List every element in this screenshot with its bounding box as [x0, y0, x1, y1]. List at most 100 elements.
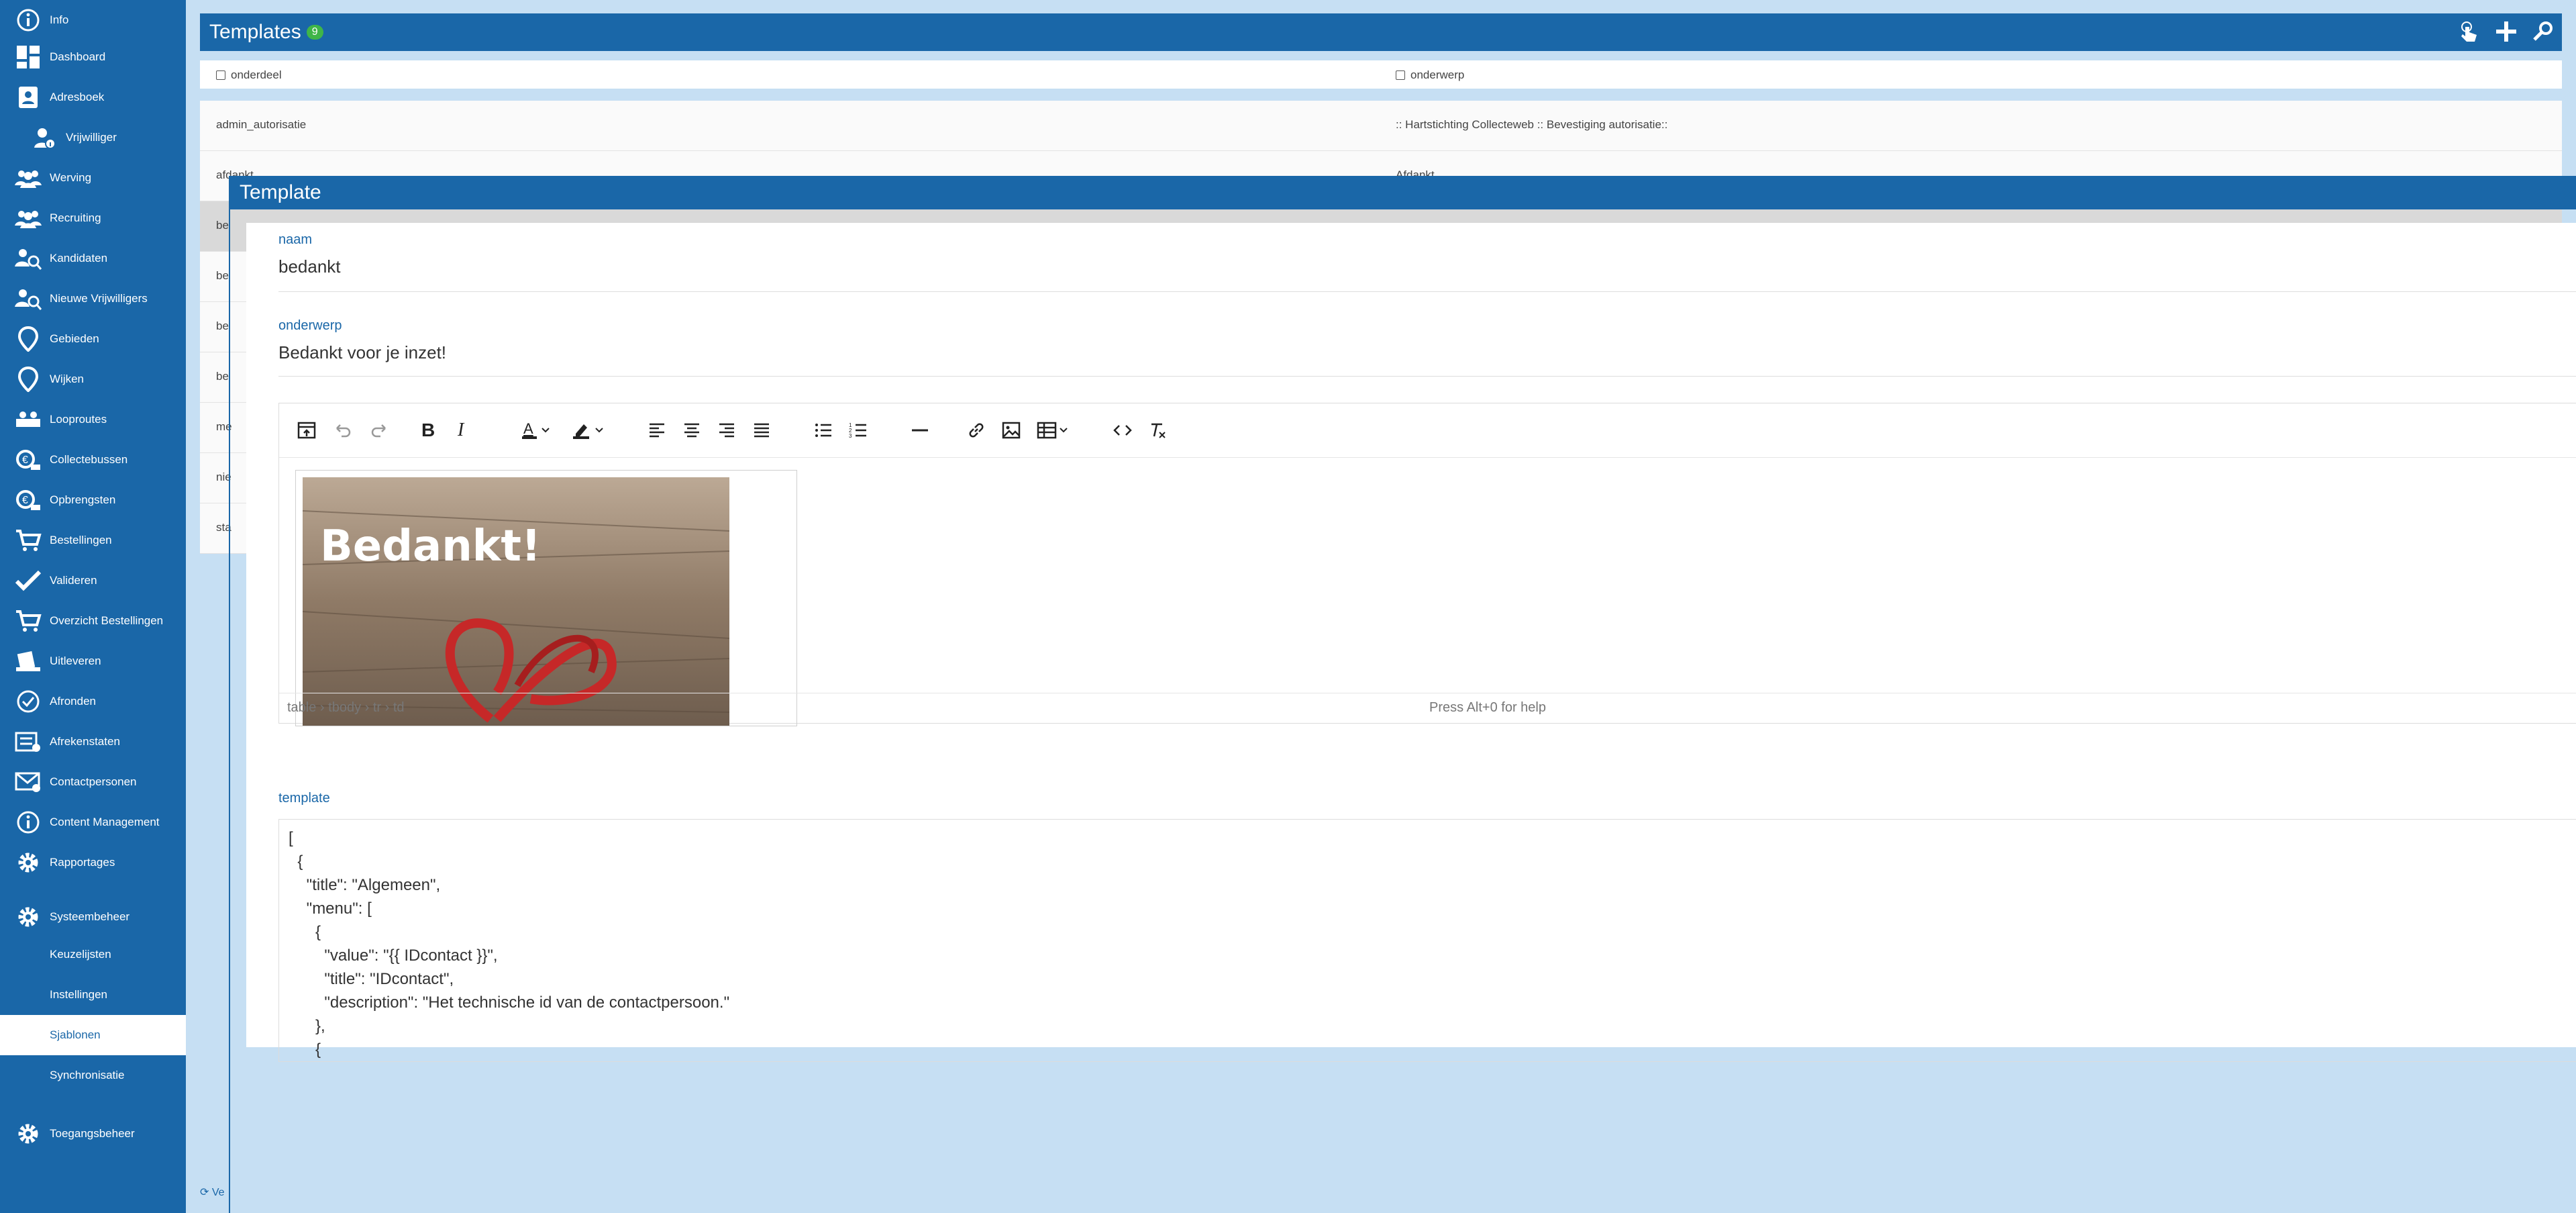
highlight-color-icon[interactable] [572, 418, 605, 442]
link-icon[interactable] [966, 418, 986, 442]
sidebar-item-info[interactable]: Info [0, 0, 186, 40]
version-link[interactable]: ⟳ Ve [200, 1185, 225, 1199]
sidebar-item-kandidaten[interactable]: Kandidaten [0, 238, 186, 279]
template-form: naam bedankt onderwerp Bedankt voor je i… [246, 223, 2576, 1062]
sidebar-item-werving[interactable]: Werving [0, 158, 186, 198]
dialog-header: Template [230, 176, 2576, 209]
undo-icon[interactable] [333, 418, 353, 442]
sidebar-item-uitleveren[interactable]: Uitleveren [0, 641, 186, 681]
sidebar-item-rapportages[interactable]: Rapportages [0, 842, 186, 883]
source-code-icon[interactable] [1113, 418, 1133, 442]
search-icon[interactable] [2532, 20, 2554, 48]
sidebar-item-vrijwilliger[interactable]: Vrijwilliger [0, 117, 186, 158]
route-icon [13, 405, 43, 434]
column-headers: onderdeel onderwerp [200, 60, 2562, 89]
sidebar-item-instellingen[interactable]: Instellingen [0, 975, 186, 1015]
sidebar-item-label: Contactpersonen [50, 775, 137, 788]
naam-field[interactable]: bedankt [278, 256, 341, 277]
sidebar-item-label: Collectebussen [50, 453, 128, 466]
sidebar-item-overzicht-bestellingen[interactable]: Overzicht Bestellingen [0, 601, 186, 641]
user-info-icon [30, 123, 59, 152]
column-header-onderdeel[interactable]: onderdeel [216, 68, 282, 82]
clear-formatting-icon[interactable] [1147, 418, 1168, 442]
thank-you-image[interactable] [296, 471, 796, 726]
sidebar-item-label: Bestellingen [50, 534, 112, 546]
group-search-icon [13, 244, 43, 273]
checkbox[interactable] [1396, 70, 1405, 80]
content-table-cell[interactable]: Bedankt! [295, 470, 797, 726]
templates-panel: Templates 9 onderdeel onderwerp [200, 13, 2562, 89]
sidebar-item-recruiting[interactable]: Recruiting [0, 198, 186, 238]
sidebar-item-label: Recruiting [50, 211, 101, 224]
table-row[interactable]: admin_autorisatie:: Hartstichting Collec… [200, 101, 2562, 151]
text-color-icon[interactable]: A [521, 418, 552, 442]
align-center-icon[interactable] [682, 418, 702, 442]
image-icon[interactable] [1001, 418, 1021, 442]
sidebar-item-systeembeheer[interactable]: Systeembeheer [0, 897, 186, 937]
sidebar-item-label: Looproutes [50, 413, 107, 426]
editor-content[interactable]: Bedankt! [279, 458, 2576, 726]
horizontal-line-icon[interactable] [910, 418, 930, 442]
svg-text:A: A [523, 420, 533, 437]
templates-header: Templates 9 [200, 13, 2562, 51]
finish-icon [13, 687, 43, 716]
sidebar-item-label: Kandidaten [50, 252, 108, 264]
align-right-icon[interactable] [717, 418, 737, 442]
checkbox[interactable] [216, 70, 225, 80]
sidebar-item-label: Valideren [50, 574, 97, 587]
sidebar-item-label: Content Management [50, 816, 160, 828]
sidebar-item-keuzelijsten[interactable]: Keuzelijsten [0, 934, 186, 975]
sidebar-item-content-management[interactable]: Content Management [0, 802, 186, 842]
sidebar-item-label: Toegangsbeheer [50, 1127, 135, 1140]
sidebar-item-adresboek[interactable]: Adresboek [0, 77, 186, 117]
divider [278, 291, 2576, 292]
sidebar-item-label: Adresboek [50, 91, 105, 103]
touch-icon[interactable] [2457, 20, 2480, 48]
redo-icon[interactable] [369, 418, 389, 442]
info-icon [13, 808, 43, 837]
add-icon[interactable] [2495, 20, 2518, 48]
svg-text:€: € [22, 495, 28, 506]
sidebar-item-toegangsbeheer[interactable]: Toegangsbeheer [0, 1114, 186, 1154]
template-dialog: Template naam bedankt onderwerp Bedankt … [229, 176, 2576, 1213]
template-code-field[interactable]: [ { "title": "Algemeen", "menu": [ { "va… [278, 819, 2576, 1062]
sidebar-item-label: Opbrengsten [50, 493, 116, 506]
sidebar-item-contactpersonen[interactable]: Contactpersonen [0, 762, 186, 802]
sidebar-item-label: Uitleveren [50, 654, 101, 667]
sidebar-item-synchronisatie[interactable]: Synchronisatie [0, 1055, 186, 1096]
group-icon [13, 163, 43, 193]
sidebar-item-sjablonen[interactable]: Sjablonen [0, 1015, 186, 1055]
sidebar-item-label: Wijken [50, 373, 85, 385]
align-left-icon[interactable] [647, 418, 667, 442]
insert-template-icon[interactable] [297, 418, 317, 442]
divider [278, 376, 2576, 377]
sidebar-item-valideren[interactable]: Valideren [0, 561, 186, 601]
bold-icon[interactable]: B [421, 418, 435, 442]
table-icon[interactable] [1036, 418, 1071, 442]
onderwerp-field[interactable]: Bedankt voor je inzet! [278, 342, 446, 363]
page-title: Templates [209, 21, 301, 43]
element-path[interactable]: table › tbody › tr › td [287, 700, 405, 716]
sidebar-item-label: Dashboard [50, 50, 106, 63]
sidebar-item-wijken[interactable]: Wijken [0, 359, 186, 399]
sidebar-item-looproutes[interactable]: Looproutes [0, 399, 186, 440]
italic-icon[interactable]: I [458, 418, 464, 442]
help-hint: Press Alt+0 for help [1429, 700, 1546, 715]
deliver-icon [13, 646, 43, 676]
sidebar-item-afrekenstaten[interactable]: Afrekenstaten [0, 722, 186, 762]
sidebar-item-nieuwe-vrijwilligers[interactable]: Nieuwe Vrijwilligers [0, 279, 186, 319]
sidebar-item-dashboard[interactable]: Dashboard [0, 37, 186, 77]
sidebar-item-collectebussen[interactable]: € Collectebussen [0, 440, 186, 480]
numbered-list-icon[interactable]: 123 [848, 418, 868, 442]
sidebar-item-opbrengsten[interactable]: € Opbrengsten [0, 480, 186, 520]
align-justify-icon[interactable] [752, 418, 772, 442]
sidebar-item-bestellingen[interactable]: Bestellingen [0, 520, 186, 561]
sidebar-item-gebieden[interactable]: Gebieden [0, 319, 186, 359]
bullet-list-icon[interactable] [813, 418, 833, 442]
svg-text:3: 3 [849, 433, 852, 439]
sidebar-item-afronden[interactable]: Afronden [0, 681, 186, 722]
sidebar-item-label: Sjablonen [50, 1028, 101, 1041]
column-header-onderwerp[interactable]: onderwerp [1396, 68, 1464, 82]
rich-text-editor: B I A 123 Bedankt! table › tbody › tr › … [278, 403, 2576, 726]
map-pin-icon [13, 324, 43, 354]
